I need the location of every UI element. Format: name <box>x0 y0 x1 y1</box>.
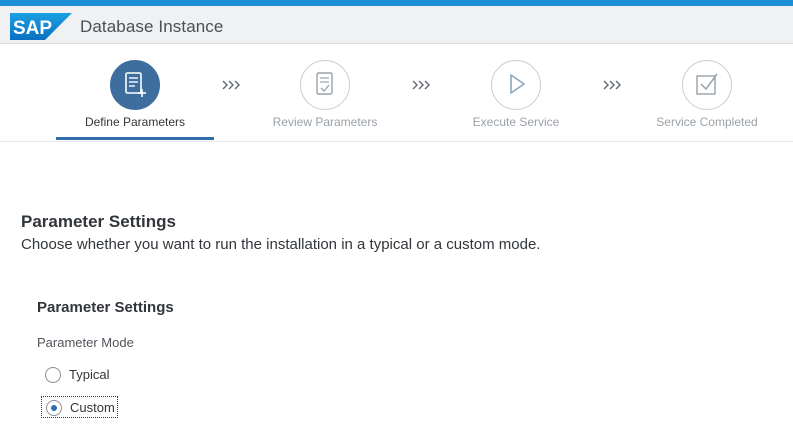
parameter-mode-label: Parameter Mode <box>37 335 134 350</box>
document-add-icon <box>125 72 146 97</box>
radio-button[interactable] <box>46 400 62 416</box>
app-title: Database Instance <box>80 17 224 36</box>
radio-button[interactable] <box>45 367 61 383</box>
sap-logo: SAP <box>10 13 72 40</box>
wizard-step-circle <box>300 60 350 110</box>
wizard-step-review-parameters[interactable]: Review Parameters <box>240 60 410 140</box>
radio-selected-dot <box>51 405 57 411</box>
chevron-triple-right-icon <box>412 80 431 90</box>
wizard-step-label: Define Parameters <box>84 115 186 129</box>
app-header: SAP Database Instance <box>0 6 793 44</box>
svg-text:SAP: SAP <box>13 18 52 39</box>
wizard-step-define-parameters[interactable]: Define Parameters <box>50 60 220 140</box>
wizard-progress: Define Parameters Review Parameters Exec… <box>0 45 793 142</box>
section-title: Parameter Settings <box>21 212 176 231</box>
wizard-step-circle <box>110 60 160 110</box>
chevron-triple-right-icon <box>222 80 241 90</box>
wizard-step-label: Execute Service <box>472 115 560 129</box>
radio-option-custom[interactable]: Custom <box>41 396 118 418</box>
wizard-step-circle <box>491 60 541 110</box>
radio-label: Typical <box>69 367 110 382</box>
play-icon <box>510 74 525 94</box>
checkbox-icon <box>696 73 718 95</box>
group-title: Parameter Settings <box>37 299 174 316</box>
wizard-step-service-completed[interactable]: Service Completed <box>622 60 792 140</box>
wizard-step-label: Review Parameters <box>272 115 378 129</box>
document-check-icon <box>316 72 333 95</box>
section-description: Choose whether you want to run the insta… <box>21 236 541 253</box>
active-step-indicator <box>56 137 214 140</box>
wizard-step-execute-service[interactable]: Execute Service <box>431 60 601 140</box>
radio-option-typical[interactable]: Typical <box>41 364 161 386</box>
radio-label: Custom <box>70 400 115 415</box>
chevron-triple-right-icon <box>603 80 622 90</box>
wizard-step-circle <box>682 60 732 110</box>
wizard-step-label: Service Completed <box>656 115 758 129</box>
